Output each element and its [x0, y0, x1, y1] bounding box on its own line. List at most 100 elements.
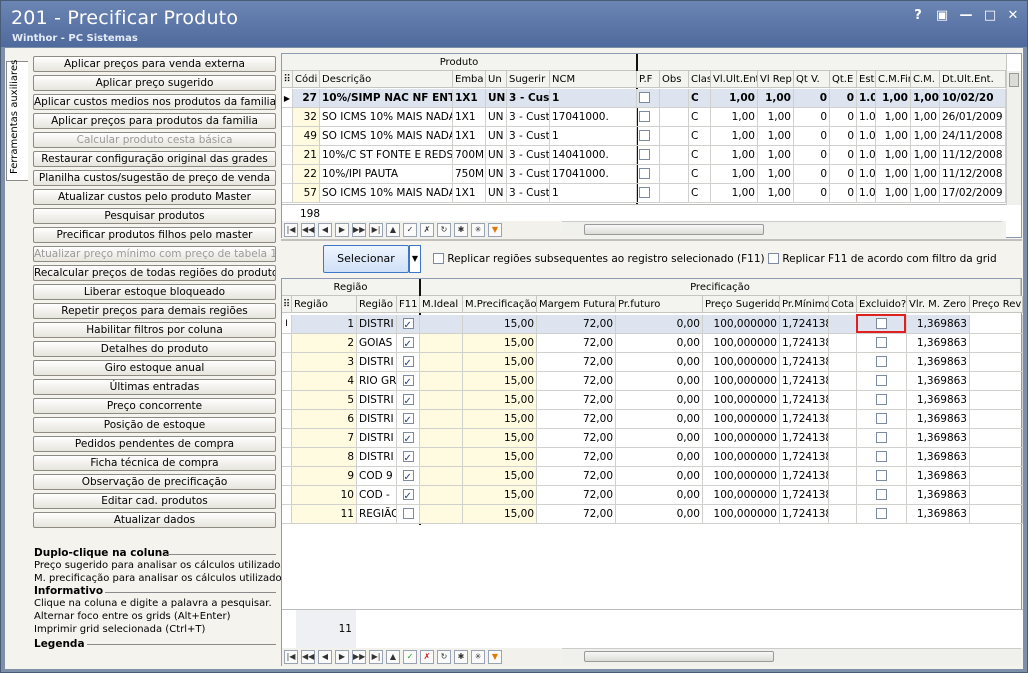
region-cell[interactable]	[420, 334, 463, 353]
region-cell[interactable]: 1,724138	[780, 315, 829, 334]
action-button[interactable]: Liberar estoque bloqueado	[33, 284, 276, 300]
action-button[interactable]: Ficha técnica de compra	[33, 455, 276, 471]
product-cell[interactable]: 14041000.	[550, 146, 637, 165]
region-cell[interactable]	[970, 353, 1023, 372]
column-header[interactable]: Qt V.	[794, 71, 830, 88]
product-cell[interactable]: SO ICMS 10% MAIS NADA	[320, 184, 453, 203]
product-cell[interactable]: C	[689, 165, 711, 184]
product-cell[interactable]: 700Ml	[453, 146, 486, 165]
region-cell[interactable]: RIO GR	[357, 372, 397, 391]
region-cell[interactable]: 15,00	[463, 467, 537, 486]
action-button[interactable]: Habilitar filtros por coluna	[33, 322, 276, 338]
product-cell[interactable]: 1,00	[758, 108, 794, 127]
column-header[interactable]: Est	[857, 71, 876, 88]
column-header[interactable]: Preço Sugerido	[703, 296, 780, 313]
product-cell[interactable]: 0	[830, 146, 857, 165]
maximize-icon[interactable]: □	[983, 9, 997, 23]
region-cell[interactable]: 7	[292, 429, 357, 448]
product-cell[interactable]: C	[689, 127, 711, 146]
product-cell[interactable]: 750Ml	[453, 165, 486, 184]
product-cell[interactable]: 0	[794, 184, 830, 203]
region-cell[interactable]	[420, 448, 463, 467]
prior-icon[interactable]: ◀	[318, 223, 332, 237]
column-header[interactable]: Obs	[660, 71, 689, 88]
action-button[interactable]: Restaurar configuração original das grad…	[33, 151, 276, 167]
column-header[interactable]: Cota	[829, 296, 857, 313]
product-cell[interactable]: 1	[550, 184, 637, 203]
region-cell[interactable]: 100,000000	[703, 334, 780, 353]
prior-icon[interactable]: ◀	[318, 650, 332, 664]
region-cell[interactable]	[970, 410, 1023, 429]
region-cell[interactable]	[857, 353, 907, 372]
product-cell[interactable]: 1,00	[758, 165, 794, 184]
product-cell[interactable]: C	[689, 146, 711, 165]
column-header[interactable]: Descrição	[320, 71, 453, 88]
product-cell[interactable]: 1,00	[758, 146, 794, 165]
region-cell[interactable]	[829, 505, 857, 524]
excluido-checkbox[interactable]	[876, 507, 887, 519]
action-button[interactable]: Repetir preços para demais regiões	[33, 303, 276, 319]
region-cell[interactable]	[970, 448, 1023, 467]
column-menu-icon[interactable]: ⠿	[282, 71, 293, 88]
product-cell[interactable]: 1.0	[857, 127, 876, 146]
last-icon[interactable]: ▶|	[369, 650, 383, 664]
column-header[interactable]: P.F	[637, 71, 660, 88]
column-header[interactable]: Vl.Ult.Ent	[711, 71, 758, 88]
region-cell[interactable]	[829, 486, 857, 505]
excluido-checkbox[interactable]	[876, 431, 887, 443]
product-cell[interactable]: 0	[830, 89, 857, 108]
product-cell[interactable]: UN	[486, 127, 507, 146]
excluido-checkbox[interactable]	[876, 488, 887, 500]
column-header[interactable]: Pr.futuro	[616, 296, 703, 313]
product-cell[interactable]: 0	[830, 184, 857, 203]
product-cell[interactable]: 1.0	[857, 184, 876, 203]
action-button[interactable]: Atualizar custos pelo produto Master	[33, 189, 276, 205]
column-header[interactable]: M.Precificação	[463, 296, 537, 313]
product-cell[interactable]: 1,00	[911, 184, 940, 203]
action-button[interactable]: Atualizar dados	[33, 512, 276, 528]
product-cell[interactable]: 0	[830, 108, 857, 127]
product-cell[interactable]: 32	[293, 108, 320, 127]
product-cell[interactable]: 1.0	[857, 165, 876, 184]
region-cell[interactable]: 0,00	[616, 372, 703, 391]
product-cell[interactable]: UN	[486, 184, 507, 203]
region-cell[interactable]: 6	[292, 410, 357, 429]
chevron-down-icon[interactable]: ▼	[409, 245, 421, 273]
f11-checkbox[interactable]	[402, 507, 414, 519]
f11-checkbox[interactable]	[402, 487, 414, 504]
region-cell[interactable]: 1,724138	[780, 448, 829, 467]
region-cell[interactable]	[829, 448, 857, 467]
product-cell[interactable]: 17/02/2009	[940, 184, 1006, 203]
refresh-icon[interactable]: ↻	[437, 223, 451, 237]
region-cell[interactable]: DISTRI	[357, 391, 397, 410]
region-cell[interactable]: 1,724138	[780, 505, 829, 524]
region-cell[interactable]: 1,724138	[780, 391, 829, 410]
product-cell[interactable]: 11/12/2008	[940, 165, 1006, 184]
filter-funnel-icon[interactable]: ▼	[488, 223, 502, 237]
product-cell[interactable]: 0	[830, 165, 857, 184]
product-cell[interactable]: 1,00	[758, 184, 794, 203]
product-cell[interactable]: 10%/IPI PAUTA	[320, 165, 453, 184]
region-cell[interactable]: 100,000000	[703, 429, 780, 448]
region-cell[interactable]: 1,369863	[907, 391, 970, 410]
column-header[interactable]: M.Ideal	[420, 296, 463, 313]
minimize-icon[interactable]: —	[959, 9, 973, 23]
next-page-icon[interactable]: ▶▶	[352, 223, 366, 237]
region-cell[interactable]: 15,00	[463, 448, 537, 467]
region-cell[interactable]	[970, 467, 1023, 486]
title-bar[interactable]: 201 - Precificar Produto Winthor - PC Si…	[1, 1, 1027, 47]
product-cell[interactable]: UN	[486, 146, 507, 165]
region-cell[interactable]: 0,00	[616, 391, 703, 410]
action-button[interactable]: Planilha custos/sugestão de preço de ven…	[33, 170, 276, 186]
post-icon[interactable]: ✓	[403, 223, 417, 237]
product-cell[interactable]: 1,00	[876, 184, 911, 203]
region-cell[interactable]: 100,000000	[703, 448, 780, 467]
first-icon[interactable]: |◀	[284, 650, 298, 664]
region-cell[interactable]	[857, 505, 907, 524]
region-cell[interactable]: 100,000000	[703, 391, 780, 410]
prior-page-icon[interactable]: ◀◀	[301, 223, 315, 237]
splitter[interactable]	[281, 239, 1022, 241]
action-button[interactable]: Aplicar preços para venda externa	[33, 56, 276, 72]
region-cell[interactable]: 1,369863	[907, 486, 970, 505]
region-cell[interactable]: 1	[292, 315, 357, 334]
